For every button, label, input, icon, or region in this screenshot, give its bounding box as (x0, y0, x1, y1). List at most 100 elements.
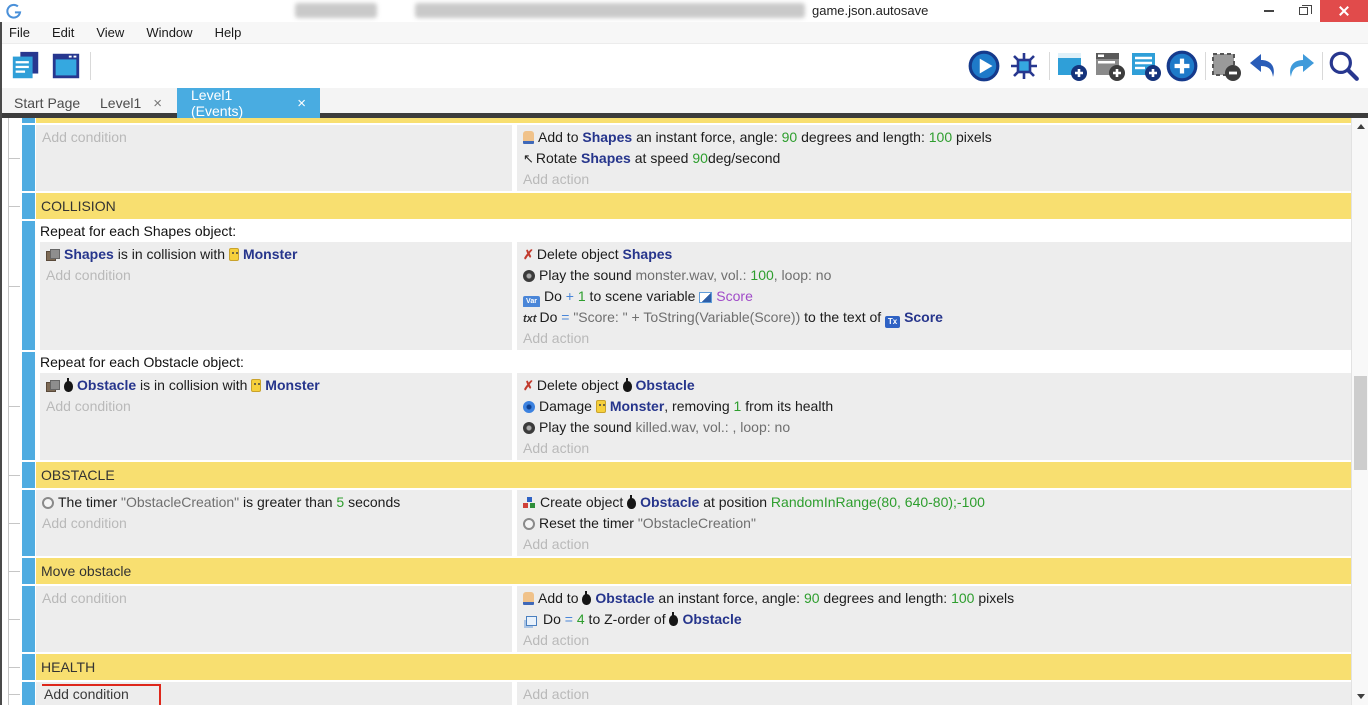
event-selector-bar[interactable] (22, 221, 35, 350)
action-line[interactable]: ↖Rotate Shapes at speed 90deg/second (523, 148, 1351, 169)
menu-window[interactable]: Window (135, 22, 203, 44)
scene-editor-icon[interactable] (48, 48, 84, 84)
action-line[interactable]: Play the sound killed.wav, vol.: , loop:… (523, 417, 1351, 438)
event-selector-bar[interactable] (22, 682, 35, 705)
scroll-down-arrow[interactable] (1352, 688, 1368, 705)
action-line[interactable]: VarDo + 1 to scene variable Score (523, 286, 1351, 307)
condition-line[interactable]: Shapes is in collision with Monster (46, 244, 512, 265)
tab-start-page[interactable]: Start Page (0, 88, 94, 118)
action-line[interactable]: Play the sound monster.wav, vol.: 100, l… (523, 265, 1351, 286)
event-selector-bar[interactable] (22, 352, 35, 460)
conditions-column[interactable]: Add condition (36, 125, 512, 191)
close-button[interactable] (1320, 0, 1368, 22)
event-selector-bar[interactable] (22, 462, 35, 488)
event-selector-bar[interactable] (22, 654, 35, 680)
action-line[interactable]: Add to Shapes an instant force, angle: 9… (523, 127, 1351, 148)
event-selector-bar[interactable] (22, 125, 35, 191)
action-line[interactable]: Add to Obstacle an instant force, angle:… (523, 588, 1351, 609)
event-selector-bar[interactable] (22, 558, 35, 584)
actions-column[interactable]: Add action (517, 682, 1351, 705)
event-selector-bar[interactable] (22, 193, 35, 219)
event-row[interactable]: Repeat for each Obstacle object:Obstacle… (0, 352, 1351, 460)
add-subevent-icon[interactable] (1092, 48, 1128, 84)
add-condition-button[interactable]: Add condition (42, 513, 512, 534)
add-condition-button[interactable]: Add condition (42, 127, 512, 148)
remove-frame-icon[interactable] (1208, 48, 1244, 84)
add-condition-button[interactable]: Add condition (42, 684, 512, 705)
event-selector-bar[interactable] (22, 586, 35, 652)
obstacle-icon (582, 594, 591, 605)
event-selector-bar[interactable] (22, 490, 35, 556)
add-condition-button[interactable]: Add condition (46, 265, 512, 286)
minimize-button[interactable] (1252, 0, 1286, 22)
group-header-row[interactable]: COLLISION (0, 193, 1351, 219)
debugger-icon[interactable] (1006, 48, 1042, 84)
actions-column[interactable]: ✗Delete object ObstacleDamage Monster, r… (517, 373, 1351, 460)
add-action-button[interactable]: Add action (523, 438, 1351, 459)
event-row[interactable]: Add condition Add action (0, 682, 1351, 705)
project-manager-icon[interactable] (8, 48, 44, 84)
tree-branch (0, 558, 22, 584)
add-action-button[interactable]: Add action (523, 328, 1351, 349)
add-action-button[interactable]: Add action (523, 630, 1351, 651)
redo-icon[interactable] (1282, 48, 1318, 84)
conditions-column[interactable]: The timer "ObstacleCreation" is greater … (36, 490, 512, 556)
action-line[interactable]: Damage Monster, removing 1 from its heal… (523, 396, 1351, 417)
add-new-icon[interactable] (1164, 48, 1200, 84)
vertical-scrollbar[interactable] (1351, 118, 1368, 705)
group-header-row[interactable]: Move obstacle (0, 558, 1351, 584)
group-header-row[interactable]: HEALTH (0, 654, 1351, 680)
event-row[interactable]: Repeat for each Shapes object:Shapes is … (0, 221, 1351, 350)
add-condition-button[interactable]: Add condition (46, 396, 512, 417)
event-row[interactable]: Add condition Add to Shapes an instant fo… (0, 125, 1351, 191)
tab-level1[interactable]: Level1 × (86, 88, 176, 118)
add-action-button[interactable]: Add action (523, 169, 1351, 190)
actions-column[interactable]: Add to Obstacle an instant force, angle:… (517, 586, 1351, 652)
scroll-thumb[interactable] (1354, 376, 1367, 470)
close-tab-icon[interactable]: × (153, 95, 162, 112)
menu-file[interactable]: File (0, 22, 41, 44)
monster-icon (229, 248, 239, 261)
add-comment-icon[interactable] (1128, 48, 1164, 84)
menu-edit[interactable]: Edit (41, 22, 85, 44)
close-tab-icon[interactable]: × (297, 95, 306, 112)
actions-column[interactable]: Add to Shapes an instant force, angle: 9… (517, 125, 1351, 191)
action-line[interactable]: txtDo = "Score: " + ToString(Variable(Sc… (523, 307, 1351, 328)
action-line[interactable]: ✗Delete object Shapes (523, 244, 1351, 265)
tab-level1-events[interactable]: Level1 (Events) × (177, 88, 320, 118)
conditions-column[interactable]: Obstacle is in collision with MonsterAdd… (40, 373, 512, 460)
repeat-event-header[interactable]: Repeat for each Shapes object: (36, 221, 1351, 242)
menu-view[interactable]: View (85, 22, 135, 44)
conditions-column[interactable]: Add condition (36, 586, 512, 652)
event-row[interactable]: Add condition Add to Obstacle an instant … (0, 586, 1351, 652)
add-action-button[interactable]: Add action (523, 534, 1351, 555)
timer-icon (42, 497, 54, 509)
repeat-event-header[interactable]: Repeat for each Obstacle object: (36, 352, 1351, 373)
group-header-row[interactable]: OBSTACLE (0, 462, 1351, 488)
actions-column[interactable]: Create object Obstacle at position Rando… (517, 490, 1351, 556)
event-selector-bar[interactable] (22, 118, 35, 123)
undo-icon[interactable] (1246, 48, 1282, 84)
action-line[interactable]: Do = 4 to Z-order of Obstacle (523, 609, 1351, 630)
add-condition-button[interactable]: Add condition (42, 588, 512, 609)
toolbar-separator (1205, 52, 1206, 80)
scroll-up-arrow[interactable] (1352, 118, 1368, 135)
conditions-column[interactable]: Shapes is in collision with MonsterAdd c… (40, 242, 512, 350)
action-line[interactable]: Reset the timer "ObstacleCreation" (523, 513, 1351, 534)
restore-button[interactable] (1286, 0, 1320, 22)
event-row[interactable]: The timer "ObstacleCreation" is greater … (0, 490, 1351, 556)
add-action-button[interactable]: Add action (523, 684, 1351, 705)
action-line[interactable]: Create object Obstacle at position Rando… (523, 492, 1351, 513)
play-icon[interactable] (966, 48, 1002, 84)
search-icon[interactable] (1326, 48, 1362, 84)
tab-bar: Start Page Level1 × Level1 (Events) × (0, 88, 1368, 118)
add-event-icon[interactable] (1054, 48, 1090, 84)
create-object-icon (523, 497, 536, 509)
action-line[interactable]: ✗Delete object Obstacle (523, 375, 1351, 396)
tree-branch (0, 221, 22, 350)
conditions-column[interactable]: Add condition (36, 682, 512, 705)
condition-line[interactable]: The timer "ObstacleCreation" is greater … (42, 492, 512, 513)
actions-column[interactable]: ✗Delete object ShapesPlay the sound mons… (517, 242, 1351, 350)
menu-help[interactable]: Help (204, 22, 253, 44)
condition-line[interactable]: Obstacle is in collision with Monster (46, 375, 512, 396)
